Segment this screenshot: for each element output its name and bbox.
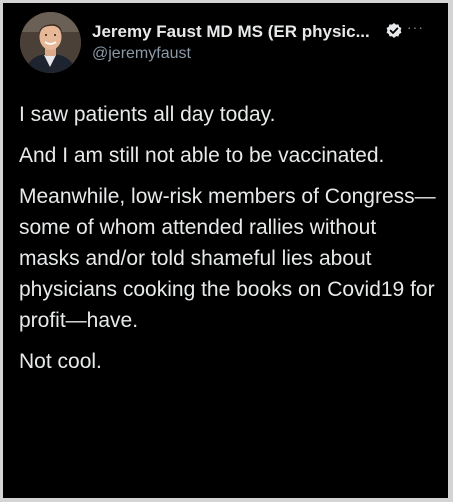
- avatar-photo: [20, 12, 81, 73]
- verified-badge-icon: [385, 22, 403, 40]
- tweet-paragraph: I saw patients all day today.: [19, 103, 276, 126]
- author-handle[interactable]: @jeremyfaust: [92, 45, 191, 63]
- tweet-text: I saw patients all day today. And I am s…: [19, 99, 439, 387]
- screenshot-frame: Jeremy Faust MD MS (ER physic... ··· @je…: [0, 0, 453, 502]
- author-display-name[interactable]: Jeremy Faust MD MS (ER physic...: [92, 22, 370, 42]
- tweet-card[interactable]: Jeremy Faust MD MS (ER physic... ··· @je…: [3, 3, 448, 498]
- tweet-paragraph: Meanwhile, low-risk members of Congress—…: [19, 185, 436, 332]
- tweet-paragraph: Not cool.: [19, 350, 102, 373]
- avatar[interactable]: [20, 12, 81, 73]
- more-options-icon[interactable]: ···: [407, 20, 424, 34]
- tweet-paragraph: And I am still not able to be vaccinated…: [19, 144, 385, 167]
